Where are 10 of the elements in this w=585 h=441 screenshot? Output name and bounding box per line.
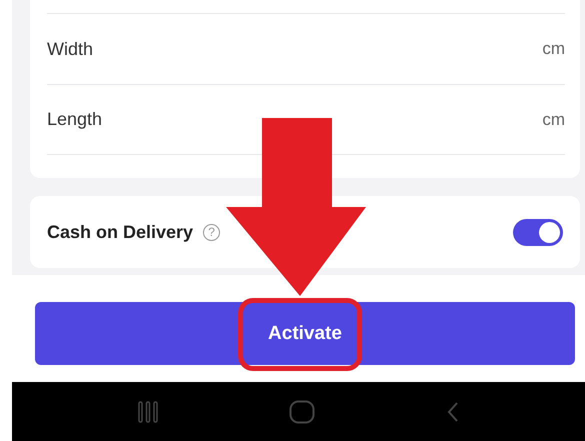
back-icon[interactable]	[447, 400, 460, 422]
cash-on-delivery-label: Cash on Delivery	[47, 222, 194, 242]
dimension-label: Length	[47, 109, 102, 130]
cash-on-delivery-toggle[interactable]	[513, 218, 563, 246]
recent-apps-icon[interactable]	[138, 400, 158, 422]
activate-button[interactable]: Activate	[35, 302, 575, 365]
unit-label: cm	[542, 39, 565, 59]
unit-label: cm	[542, 110, 565, 130]
dimension-label: Width	[47, 38, 94, 60]
home-icon[interactable]	[289, 400, 316, 424]
